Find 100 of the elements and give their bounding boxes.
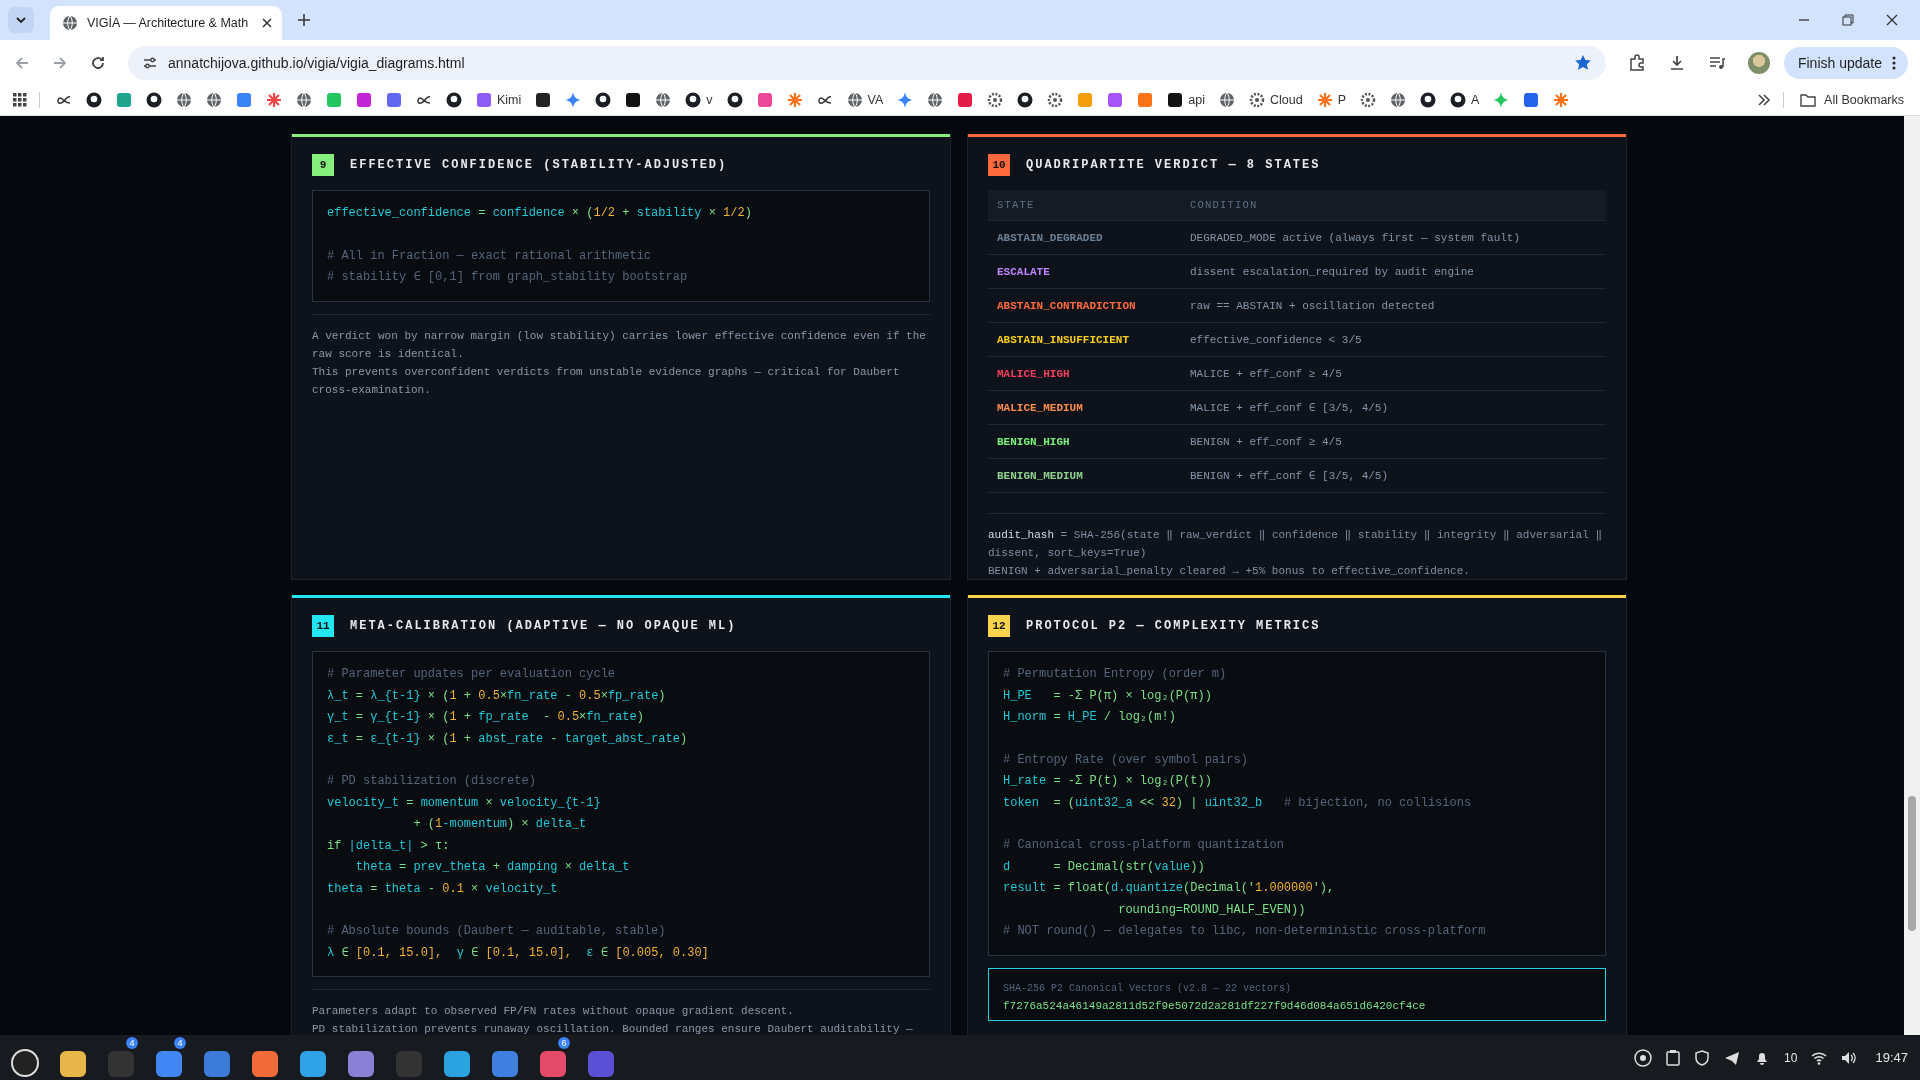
globe-icon (1219, 92, 1235, 108)
gear-icon (1360, 92, 1376, 108)
reload-icon[interactable] (90, 54, 106, 71)
profile-avatar[interactable] (1747, 51, 1770, 74)
address-bar[interactable]: annatchijova.github.io/vigia/vigia_diagrams.html (128, 45, 1606, 80)
condition-text: effective_confidence < 3/5 (1189, 333, 1363, 346)
bookmark[interactable]: Cloud (1245, 90, 1307, 110)
note-text: audit_hash = SHA-256(state ‖ raw_verdict ‖ confidence ‖ stability ‖ integrity ‖ adversarial ‖ dissent, sort_keys=True) (988, 528, 1604, 561)
bookmark[interactable]: VA (842, 90, 888, 110)
condition-text: dissent escalation_required by audit engine (1189, 265, 1475, 278)
note-text: Parameters adapt to observed FP/FN rates without opaque gradient descent. (312, 1004, 795, 1019)
code-line: # Canonical cross-platform quantization (1003, 837, 1285, 854)
apps-grid-icon[interactable] (13, 93, 27, 107)
code-line: H_rate = -Σ P(t) × log₂(P(t)) (1003, 773, 1213, 790)
globe-icon (846, 92, 863, 108)
globe-icon (176, 92, 192, 108)
code-line: γ_t = γ_{t-1} × (1 + fp_rate - 0.5×fn_rate) (327, 709, 645, 726)
globe-icon (296, 92, 312, 108)
circle-logo-icon (446, 92, 462, 108)
star-icon[interactable] (1573, 53, 1592, 72)
tab-title: VIGÍA — Architecture & Math (87, 16, 250, 30)
code-line: # Permutation Entropy (order m) (1003, 666, 1228, 683)
bookmark[interactable]: v (681, 90, 717, 110)
hash-value: f7276a524a46149a2811d52f9e5072d2a281df227f9d46d084a651d6420cf4ce (1003, 999, 1427, 1012)
gear-icon (1047, 92, 1064, 108)
globe-icon (206, 92, 222, 108)
section-title: PROTOCOL P2 — COMPLEXITY METRICS (1026, 619, 1321, 633)
state-name: ESCALATE (996, 265, 1051, 278)
condition-text: MALICE + eff_conf ≥ 4/5 (1189, 367, 1343, 380)
code-line: token = (uint32_a << 32) | uint32_b # bijection, no collisions (1003, 794, 1473, 812)
browser-tab[interactable]: VIGÍA — Architecture & Math (50, 6, 282, 40)
gear-icon (1249, 92, 1265, 108)
state-name: ABSTAIN_CONTRADICTION (996, 299, 1137, 312)
scrollbar-thumb[interactable] (1908, 796, 1916, 931)
bookmark[interactable]: api (1163, 90, 1209, 110)
code-line: # stability ∈ [0,1] from graph_stability bootstrap (327, 269, 689, 286)
finish-update-button[interactable]: Finish update (1783, 46, 1908, 79)
code-line: λ ∈ [0.1, 15.0], γ ∈ [0.1, 15.0], ε ∈ [0.005, 0.30] (327, 944, 710, 962)
code-line: rounding=ROUND_HALF_EVEN)) (1117, 901, 1307, 919)
code-line: ε_t = ε_{t-1} × (1 + abst_rate - target_abst_rate) (327, 730, 689, 748)
close-icon[interactable] (1886, 14, 1898, 26)
code-line: H_norm = H_PE / log₂(m!) (1003, 709, 1177, 726)
circle-logo-icon (726, 92, 743, 108)
code-line: if |delta_t| > τ: (327, 837, 451, 855)
code-line: # All in Fraction — exact rational arithmetic (327, 247, 653, 265)
state-name: MALICE_MEDIUM (996, 401, 1084, 414)
state-name: BENIGN_HIGH (996, 435, 1071, 448)
restore-icon[interactable] (1842, 14, 1854, 26)
code-line: # Entropy Rate (over symbol pairs) (1003, 751, 1249, 769)
hash-label: SHA-256 P2 Canonical Vectors (v2.8 — 22 vectors) (1003, 982, 1293, 994)
code-line: # Parameter updates per evaluation cycle (327, 666, 617, 683)
close-icon[interactable] (262, 18, 272, 28)
globe-icon (655, 92, 672, 108)
code-line: velocity_t = momentum × velocity_{t-1} (327, 794, 602, 812)
state-name: ABSTAIN_DEGRADED (996, 231, 1104, 244)
section-title: QUADRIPARTITE VERDICT — 8 STATES (1026, 158, 1321, 172)
shield-icon[interactable] (1694, 1049, 1711, 1066)
state-name: ABSTAIN_INSUFFICIENT (996, 333, 1131, 346)
bookmark[interactable]: Kimi (472, 90, 526, 110)
all-bookmarks-button[interactable]: All Bookmarks (1796, 91, 1908, 109)
section-title: META-CALIBRATION (ADAPTIVE — NO OPAQUE ML) (350, 619, 737, 633)
circle-logo-icon (685, 92, 702, 108)
code-line: # Absolute bounds (Daubert — auditable, stable) (327, 923, 667, 940)
code-line: λ_t = λ_{t-1} × (1 + 0.5×fn_rate - 0.5×fp_rate) (327, 687, 667, 705)
state-name: BENIGN_MEDIUM (996, 469, 1084, 482)
bookmark[interactable]: P (1312, 90, 1350, 110)
circle-logo-icon (146, 92, 162, 108)
section-number: 11 (312, 615, 334, 637)
puzzle-icon[interactable] (1627, 53, 1646, 72)
bookmark[interactable]: A (1446, 90, 1484, 110)
code-line: + (1-momentum) × delta_t (412, 816, 588, 833)
condition-text: BENIGN + eff_conf ≥ 4/5 (1189, 435, 1343, 448)
clipboard-icon[interactable] (1666, 1049, 1681, 1066)
circle-logo-icon (1420, 92, 1436, 108)
chevron-down-icon (15, 14, 27, 26)
section-title: EFFECTIVE CONFIDENCE (STABILITY-ADJUSTED) (350, 158, 728, 172)
circle-logo-icon (595, 92, 612, 108)
code-line: theta = theta - 0.1 × velocity_t (327, 880, 559, 898)
url-text: annatchijova.github.io/vigia/vigia_diagrams.html (168, 54, 465, 71)
new-tab-icon[interactable] (298, 14, 310, 26)
count-badge: 6 (558, 1036, 570, 1049)
forward-icon[interactable] (52, 54, 68, 71)
code-line: H_PE = -Σ P(π) × log₂(P(π)) (1003, 687, 1213, 705)
note-text: PD stabilization prevents runaway oscillation. Bounded ranges ensure Daubert auditability — (312, 1022, 914, 1035)
circle-logo-icon (1017, 92, 1034, 108)
back-icon[interactable] (14, 54, 30, 71)
note-text: A verdict won by narrow margin (low stability) carries lower effective confidence even if the raw score is identical. (312, 328, 927, 362)
state-name: MALICE_HIGH (996, 367, 1071, 380)
code-line: effective_confidence = confidence × (1/2 + stability × 1/2) (327, 205, 753, 222)
section-number: 10 (988, 154, 1010, 176)
more-icon[interactable] (1892, 55, 1896, 70)
notification-count: 10 (1784, 1050, 1798, 1065)
note-text: BENIGN + adversarial_penalty cleared → +5% bonus to effective_confidence. (988, 564, 1471, 579)
wifi-icon[interactable] (1811, 1050, 1828, 1065)
tab-list-button[interactable] (8, 7, 34, 33)
gear-icon (987, 92, 1004, 108)
circle-logo-icon (1450, 92, 1466, 108)
code-line: result = float(d.quantize(Decimal('1.000000'), (1003, 880, 1336, 897)
chevron-right-icon[interactable] (1757, 93, 1772, 107)
code-line: theta = prev_theta + damping × delta_t (354, 859, 631, 876)
